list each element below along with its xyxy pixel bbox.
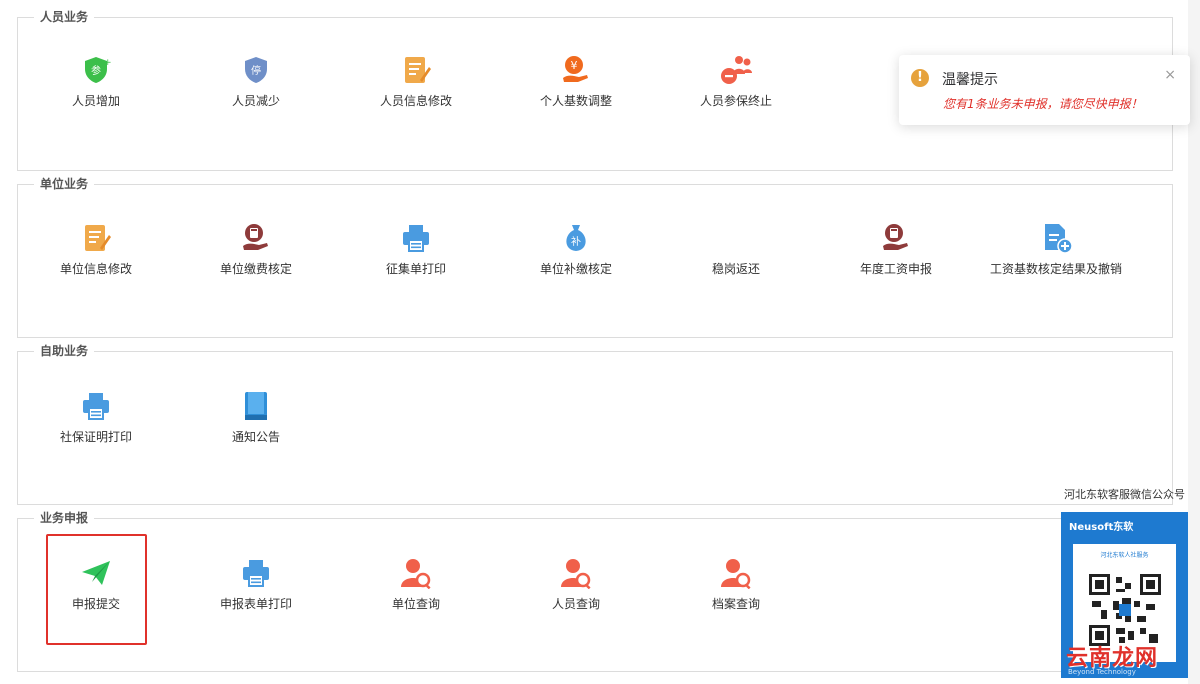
tile-wage-base-result[interactable]: 工资基数核定结果及撤销 [990,222,1122,292]
tile-personal-base-adjust[interactable]: ¥ 个人基数调整 [516,54,636,124]
section-title-self-service: 自助业务 [34,343,95,359]
group-remove-icon [720,54,752,86]
section-title-personnel: 人员业务 [34,9,95,25]
svg-text:参: 参 [91,64,101,77]
tile-archive-query[interactable]: 档案查询 [676,557,796,627]
tile-label: 档案查询 [711,597,760,611]
tile-declare-submit[interactable]: 申报提交 [36,557,156,627]
person-stop-shield-icon: 停 [240,54,272,86]
section-employer: 单位业务 单位信息修改 单位缴费核定 征集单打印 补 单位补缴核定 稳岗返还 年… [17,176,1173,338]
edit-document-icon [400,54,432,86]
tile-label: 人员减少 [231,94,280,108]
qr-code-icon [1089,574,1161,646]
tile-declare-form-print[interactable]: 申报表单打印 [196,557,316,627]
watermark-text: 云南龙网 [1066,646,1159,671]
return-icon [720,222,752,254]
person-search-icon [400,557,432,589]
paper-plane-icon [80,557,112,589]
tile-label: 申报表单打印 [219,597,292,611]
printer-icon [80,390,112,422]
tile-annual-wage-declare[interactable]: 年度工资申报 [836,222,956,292]
tile-person-add[interactable]: 参 + 人员增加 [36,54,156,124]
tile-person-info-edit[interactable]: 人员信息修改 [356,54,476,124]
svg-text:补: 补 [571,235,581,248]
section-declaration: 业务申报 申报提交 申报表单打印 单位查询 人员查询 档案查询 [17,510,1173,672]
tile-label: 征集单打印 [385,262,446,276]
person-add-shield-icon: 参 + [80,54,112,86]
edit-document-icon [80,222,112,254]
tile-person-query[interactable]: 人员查询 [516,557,636,627]
tile-label: 社保证明打印 [59,430,132,444]
tile-label: 单位信息修改 [59,262,132,276]
tile-notice[interactable]: 通知公告 [196,390,316,460]
svg-text:停: 停 [251,64,261,77]
tile-person-insurance-end[interactable]: 人员参保终止 [676,54,796,124]
close-icon[interactable]: × [1164,67,1176,83]
section-title-declaration: 业务申报 [34,510,95,526]
hand-money-icon: ¥ [560,54,592,86]
notification-toast: ! 温馨提示 您有1条业务未申报，请您尽快申报！ × [899,55,1190,125]
tile-label: 单位查询 [391,597,440,611]
printer-icon [400,222,432,254]
tile-label: 人员参保终止 [699,94,772,108]
tile-label: 单位补缴核定 [539,262,612,276]
tile-unit-back-payment[interactable]: 补 单位补缴核定 [516,222,636,292]
brand-logo: Neusoft东软 [1069,522,1134,533]
tile-collection-print[interactable]: 征集单打印 [356,222,476,292]
tile-label: 通知公告 [231,430,280,444]
tile-person-reduce[interactable]: 停 人员减少 [196,54,316,124]
tile-label: 申报提交 [71,597,120,611]
hand-calculator-icon [880,222,912,254]
section-self-service: 自助业务 社保证明打印 通知公告 [17,343,1173,505]
svg-text:¥: ¥ [571,59,578,72]
tile-unit-query[interactable]: 单位查询 [356,557,476,627]
notification-message: 您有1条业务未申报，请您尽快申报！ [943,97,1143,111]
person-search-icon [560,557,592,589]
tile-unit-payment-verify[interactable]: 单位缴费核定 [196,222,316,292]
hand-calculator-icon [240,222,272,254]
tile-label: 年度工资申报 [859,262,932,276]
tile-label: 人员查询 [551,597,600,611]
warning-icon: ! [911,69,929,87]
svg-text:+: + [104,58,112,68]
tile-label: 人员信息修改 [379,94,452,108]
section-title-employer: 单位业务 [34,176,95,192]
person-search-icon [720,557,752,589]
tile-label: 人员增加 [71,94,120,108]
tile-label: 单位缴费核定 [219,262,292,276]
tile-label: 工资基数核定结果及撤销 [989,262,1122,276]
tile-insurance-cert-print[interactable]: 社保证明打印 [36,390,156,460]
file-add-icon [1040,222,1072,254]
tile-job-stability-refund[interactable]: 稳岗返还 [676,222,796,292]
qr-subtitle: 河北东软人社服务 [1100,552,1149,559]
tile-unit-info-edit[interactable]: 单位信息修改 [36,222,156,292]
notification-title: 温馨提示 [942,72,998,88]
book-icon [240,390,272,422]
money-bag-icon: 补 [560,222,592,254]
printer-icon [240,557,272,589]
tile-label: 稳岗返还 [711,262,760,276]
qr-caption: 河北东软客服微信公众号 [1064,488,1185,501]
tile-label: 个人基数调整 [539,94,612,108]
